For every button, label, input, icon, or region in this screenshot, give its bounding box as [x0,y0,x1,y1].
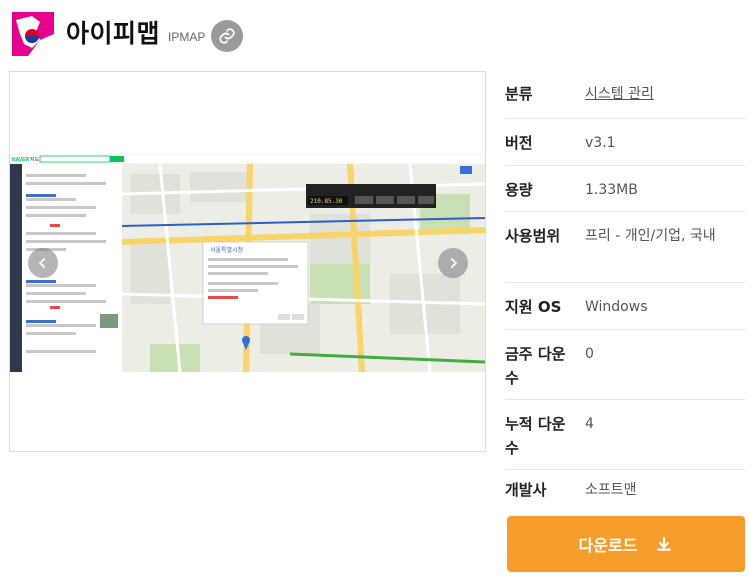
toolbar-value: 210.85.30 [310,198,343,205]
app-subtitle: IPMAP [168,30,206,44]
link-icon [219,28,235,44]
info-value: 소프트맨 [585,482,637,498]
info-key: 금주 다운수 [505,345,566,387]
download-button[interactable]: 다운로드 [507,516,745,572]
info-value: 4 [585,416,594,432]
info-key: 용량 [505,181,533,199]
category-link[interactable]: 시스템 관리 [585,82,745,118]
info-value: 0 [585,346,594,362]
info-row-weekly-downloads: 금주 다운수 0 [505,330,745,400]
popup-title: 서울특별시청 [210,246,243,254]
link-button[interactable] [211,20,243,52]
info-row-developer: 개발사 소프트맨 [505,470,745,506]
screenshot-carousel: NAVER 지도 210.85.30 서울특별시청 [9,71,486,452]
app-logo [10,10,56,60]
screenshot-image: NAVER 지도 210.85.30 서울특별시청 [10,154,485,372]
chevron-right-icon [450,257,458,269]
software-info-table: 분류 시스템 관리 버전 v3.1 용량 1.33MB 사용범위 프리 - 개인… [505,72,745,506]
info-key: 개발사 [505,481,547,499]
info-key: 분류 [505,85,533,103]
info-row-category: 분류 시스템 관리 [505,72,745,119]
info-row-version: 버전 v3.1 [505,119,745,166]
info-row-total-downloads: 누적 다운수 4 [505,400,745,470]
naver-logo-text: NAVER [12,157,30,163]
app-title: 아이피맵 [66,19,161,48]
chevron-left-icon [38,257,46,269]
info-value: 1.33MB [585,182,638,198]
info-value: Windows [585,299,648,315]
info-key: 누적 다운수 [505,415,566,457]
info-key: 사용범위 [505,227,561,245]
info-value: 프리 - 개인/기업, 국내 [585,228,716,244]
info-row-os: 지원 OS Windows [505,283,745,330]
info-key: 버전 [505,134,533,152]
info-value: v3.1 [585,135,616,151]
download-label: 다운로드 [578,536,638,555]
carousel-next-button[interactable] [438,248,468,278]
download-icon [655,535,673,553]
carousel-prev-button[interactable] [28,248,58,278]
info-row-license: 사용범위 프리 - 개인/기업, 국내 [505,212,745,283]
info-row-size: 용량 1.33MB [505,166,745,212]
map-label: 지도 [30,156,40,163]
info-key: 지원 OS [505,298,562,316]
